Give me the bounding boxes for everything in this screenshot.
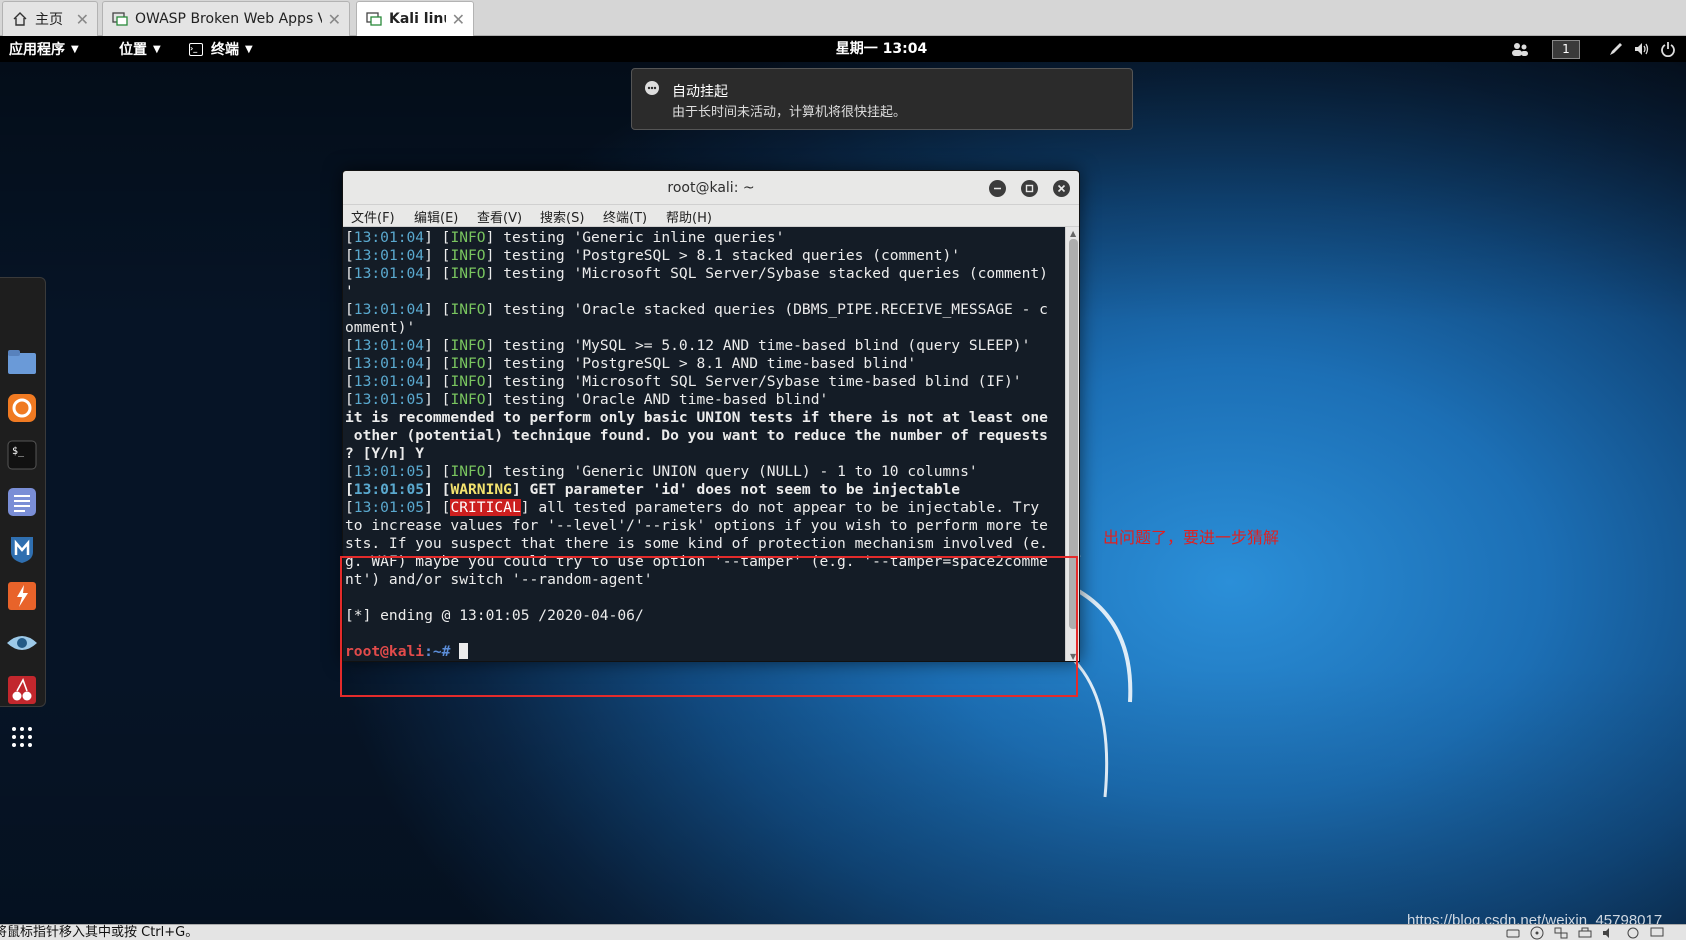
terminal-line: other (potential) technique found. Do yo… [345,427,1048,444]
usb-icon[interactable] [1626,926,1640,940]
tab-label: 主页 [35,12,63,28]
people-icon[interactable] [1510,39,1530,59]
tab-label: Kali linux [389,11,446,27]
terminal-line: ? [Y/n] Y [345,445,425,462]
tab-label: OWASP Broken Web Apps VM v... [135,11,322,27]
scroll-up-icon[interactable]: ▲ [1070,229,1076,238]
volume-icon[interactable] [1632,39,1652,59]
minimize-button[interactable] [989,180,1006,197]
notification-icon [643,80,661,98]
terminal-line: [13:01:05] [INFO] testing 'Oracle AND ti… [345,391,829,408]
terminal-title: root@kali: ~ [667,180,755,196]
display-icon[interactable] [1650,926,1664,940]
close-icon[interactable]: ✕ [328,10,341,29]
terminal-line: it is recommended to perform only basic … [345,409,1048,426]
terminal-line: [13:01:04] [INFO] testing 'Generic inlin… [345,229,785,246]
home-icon [11,10,29,28]
pen-icon[interactable] [1606,39,1626,59]
terminal-line: [13:01:05] [INFO] testing 'Generic UNION… [345,463,978,480]
notification-body: 由于长时间未活动，计算机将很快挂起。 [672,105,907,120]
watermark-url: https://blog.csdn.net/weixin_45798017 [1407,912,1663,924]
workspace-indicator[interactable]: 1 [1552,40,1580,59]
metasploit-icon[interactable] [5,532,39,566]
network-icon[interactable] [1554,926,1568,940]
eye-icon[interactable] [5,626,39,660]
files-icon[interactable] [5,345,39,379]
terminal-icon[interactable]: $_ [5,438,39,472]
cd-icon[interactable] [1530,926,1544,940]
close-icon[interactable]: ✕ [452,10,465,29]
gnome-top-bar: 应用程序 ▼ 位置 ▼ ›_ 终端 ▼ 星期一 13:04 1 [0,36,1686,62]
svg-text:$_: $_ [12,446,25,457]
terminal-line: [13:01:04] [INFO] testing 'PostgreSQL > … [345,355,917,372]
power-icon[interactable] [1658,39,1678,59]
cherry-icon[interactable] [5,673,39,707]
hdd-icon[interactable] [1506,926,1520,940]
app-grid-icon[interactable] [5,720,39,754]
terminal-line: [13:01:04] [INFO] testing 'Oracle stacke… [345,301,1048,318]
sound-icon[interactable] [1602,926,1616,940]
printer-icon[interactable] [1578,926,1592,940]
host-tab-bar: 主页 ✕ OWASP Broken Web Apps VM v... ✕ Kal… [0,0,1686,36]
vm-icon [111,10,129,28]
menu-terminal[interactable]: 终端(T) [603,207,647,226]
menu-search[interactable]: 搜索(S) [540,207,584,226]
dash-sidebar: $_ [0,277,46,747]
burpsuite-icon[interactable] [5,579,39,613]
firefox-icon[interactable] [5,391,39,425]
menu-file[interactable]: 文件(F) [351,207,395,226]
terminal-titlebar[interactable]: root@kali: ~ [343,171,1079,205]
terminal-line: [13:01:05] [WARNING] GET parameter 'id' … [345,481,961,498]
vm-icon [365,10,383,28]
menu-edit[interactable]: 编辑(E) [414,207,458,226]
text-editor-icon[interactable] [5,485,39,519]
menu-view[interactable]: 查看(V) [477,207,522,226]
desktop: 自动挂起 由于长时间未活动，计算机将很快挂起。 $_ root@kali: ~ … [0,62,1686,924]
close-button[interactable] [1053,180,1070,197]
notification-title: 自动挂起 [672,84,728,100]
terminal-line: to increase values for '--level'/'--risk… [345,517,1048,534]
tab-kali[interactable]: Kali linux ✕ [356,1,474,36]
notification-popup[interactable]: 自动挂起 由于长时间未活动，计算机将很快挂起。 [631,68,1133,130]
terminal-line: [13:01:04] [INFO] testing 'PostgreSQL > … [345,247,961,264]
annotation-highlight-box [340,556,1078,697]
terminal-line: omment)' [345,319,416,336]
terminal-line: [13:01:04] [INFO] testing 'MySQL >= 5.0.… [345,337,1031,354]
menu-help[interactable]: 帮助(H) [666,207,712,226]
clock[interactable]: 星期一 13:04 [0,36,1686,62]
status-message: 将鼠标指针移入其中或按 Ctrl+G。 [0,925,199,940]
maximize-button[interactable] [1021,180,1038,197]
tab-owasp[interactable]: OWASP Broken Web Apps VM v... ✕ [102,1,350,36]
close-icon[interactable]: ✕ [76,10,89,29]
tab-home[interactable]: 主页 ✕ [2,1,98,36]
terminal-line: sts. If you suspect that there is some k… [345,535,1048,552]
annotation-text: 出问题了，要进一步猜解 [1103,528,1280,547]
terminal-line: [13:01:05] [CRITICAL] all tested paramet… [345,499,1040,516]
terminal-line: ' [345,283,354,300]
terminal-line: [13:01:04] [INFO] testing 'Microsoft SQL… [345,373,1022,390]
terminal-menubar: 文件(F) 编辑(E) 查看(V) 搜索(S) 终端(T) 帮助(H) [343,205,1079,227]
terminal-line: [13:01:04] [INFO] testing 'Microsoft SQL… [345,265,1048,282]
host-status-bar: 将鼠标指针移入其中或按 Ctrl+G。 [0,924,1686,940]
